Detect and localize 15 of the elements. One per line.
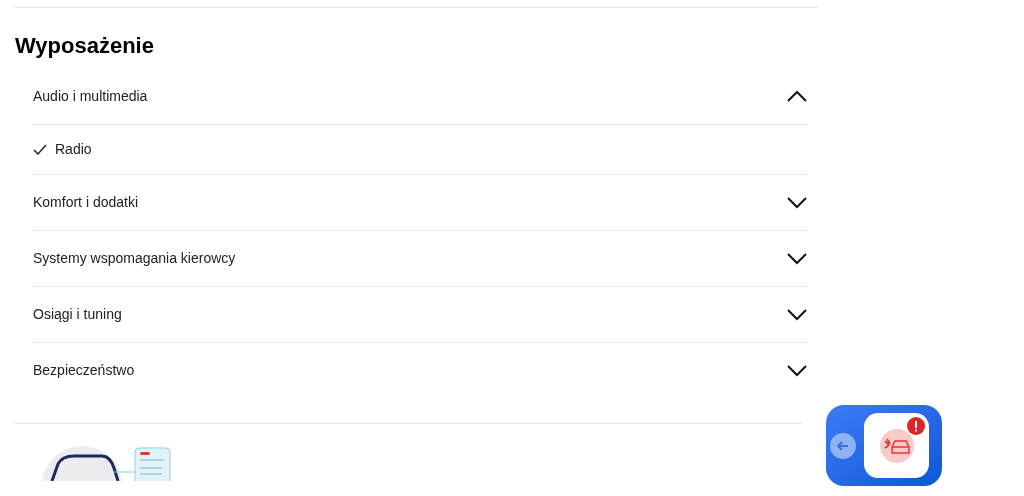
- chevron-down-icon: [787, 364, 807, 377]
- chevron-up-icon: [787, 90, 807, 102]
- chevron-down-icon: [787, 196, 807, 209]
- chevron-down-icon: [787, 252, 807, 265]
- accordion-header[interactable]: Systemy wspomagania kierowcy: [33, 230, 807, 286]
- alert-icon: [907, 417, 925, 435]
- arrow-left-icon: [836, 438, 850, 453]
- accordion-header[interactable]: Komfort i dodatki: [33, 174, 807, 230]
- accordion-header[interactable]: Osiągi i tuning: [33, 286, 807, 342]
- accordion-header[interactable]: Bezpieczeństwo: [33, 342, 807, 398]
- car-alert-button[interactable]: [864, 413, 929, 478]
- chevron-down-icon: [787, 308, 807, 321]
- accordion-header[interactable]: Audio i multimedia: [33, 68, 807, 124]
- feature-label: Radio: [55, 140, 92, 159]
- section-heading: Wyposażenie: [15, 32, 154, 60]
